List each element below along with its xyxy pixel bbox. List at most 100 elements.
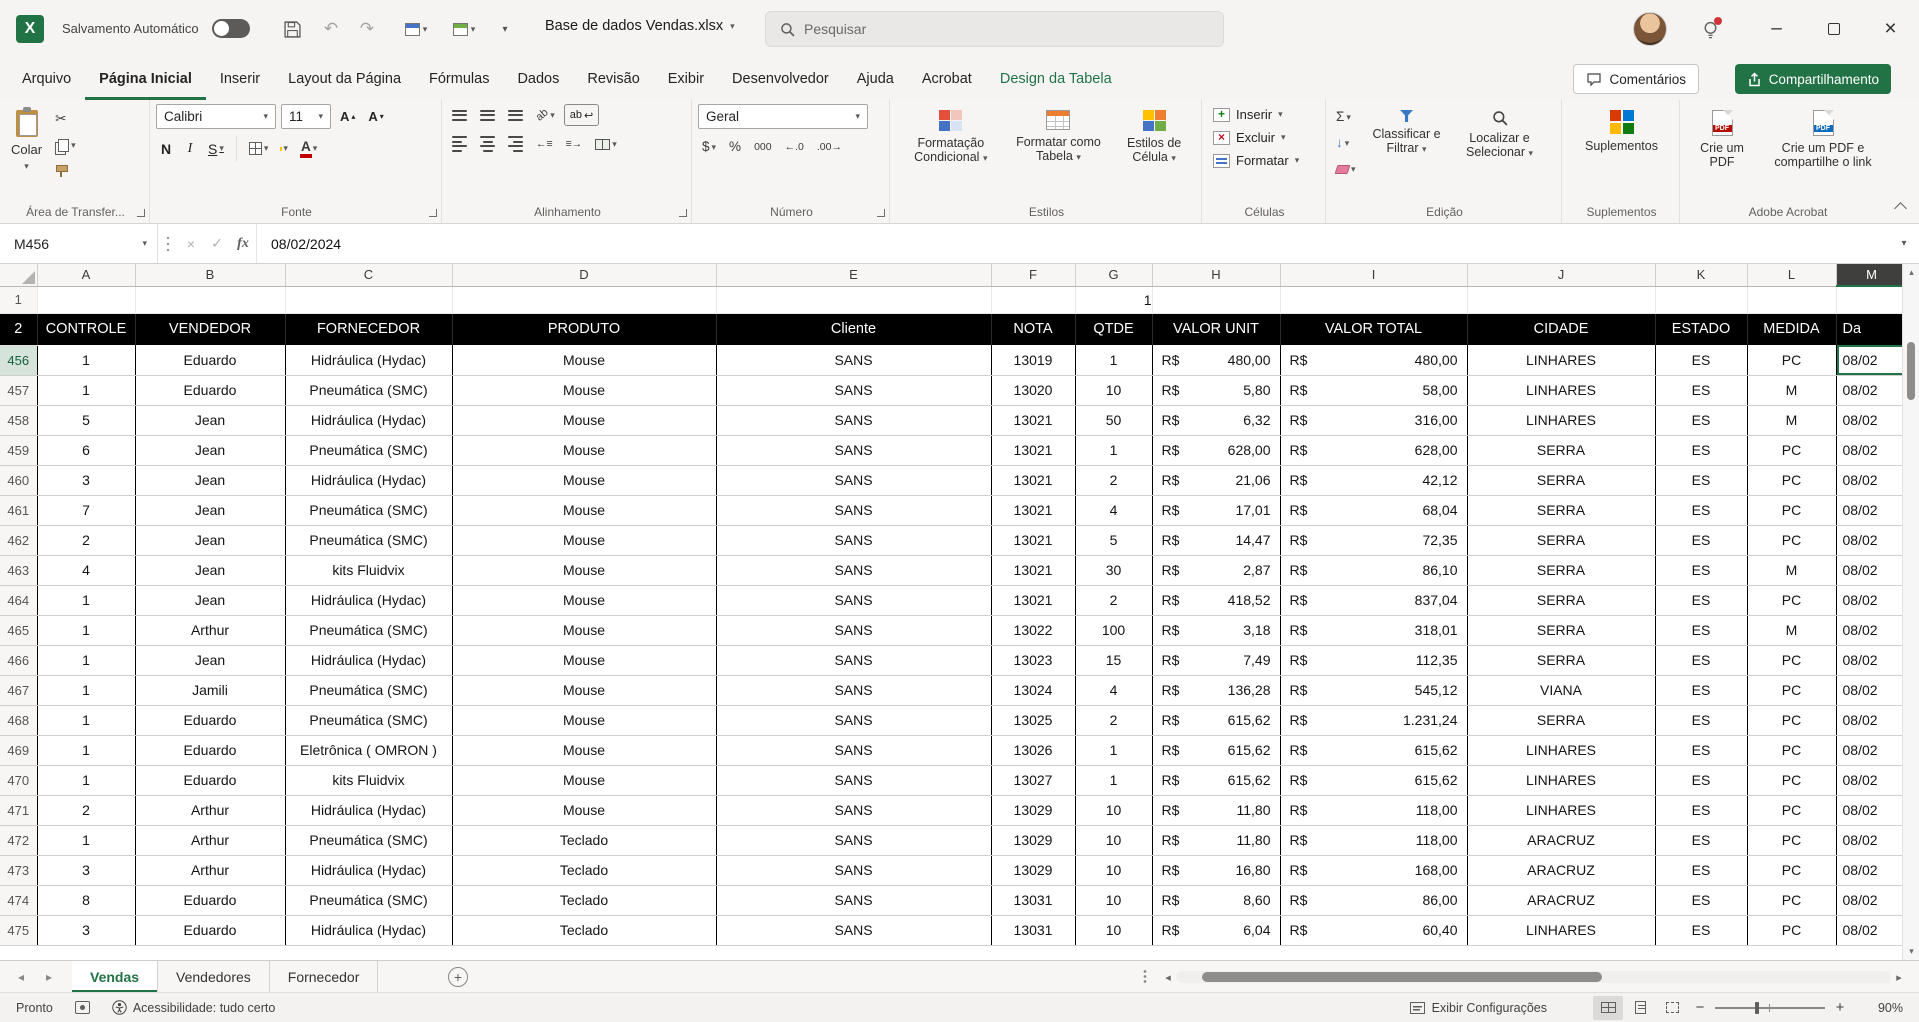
column-header-L[interactable]: L — [1747, 264, 1836, 286]
cell-E473[interactable]: SANS — [716, 855, 991, 885]
cell-I467[interactable]: R$545,12 — [1280, 675, 1467, 705]
cell-G462[interactable]: 5 — [1075, 525, 1152, 555]
cell-H471[interactable]: R$11,80 — [1152, 795, 1280, 825]
ribbon-tab-pagina-inicial[interactable]: Página Inicial — [85, 58, 206, 100]
normal-view-button[interactable] — [1593, 996, 1623, 1020]
scroll-left-icon[interactable]: ◂ — [1160, 971, 1176, 984]
format-as-table-button[interactable]: Formatar como Tabela ▾ — [1010, 104, 1108, 165]
cell-I464[interactable]: R$837,04 — [1280, 585, 1467, 615]
table-header-medida[interactable]: MEDIDA — [1747, 313, 1836, 345]
cell-F467[interactable]: 13024 — [991, 675, 1075, 705]
qat-overflow-button[interactable]: ▾ — [494, 15, 516, 43]
cell-F472[interactable]: 13029 — [991, 825, 1075, 855]
cell-G457[interactable]: 10 — [1075, 375, 1152, 405]
share-button[interactable]: Compartilhamento — [1735, 64, 1891, 94]
cell-D459[interactable]: Mouse — [452, 435, 716, 465]
cell-J470[interactable]: LINHARES — [1467, 765, 1655, 795]
cell-E459[interactable]: SANS — [716, 435, 991, 465]
cell-L466[interactable]: PC — [1747, 645, 1836, 675]
row-header-462[interactable]: 462 — [0, 525, 37, 555]
cell-G471[interactable]: 10 — [1075, 795, 1152, 825]
cell-G466[interactable]: 15 — [1075, 645, 1152, 675]
cell-C474[interactable]: Pneumática (SMC) — [285, 885, 452, 915]
cell-L460[interactable]: PC — [1747, 465, 1836, 495]
accounting-format-button[interactable]: $▾ — [698, 136, 720, 158]
cell-E469[interactable]: SANS — [716, 735, 991, 765]
cell-L463[interactable]: M — [1747, 555, 1836, 585]
row-header-1[interactable]: 1 — [0, 286, 37, 313]
cell-K472[interactable]: ES — [1655, 825, 1747, 855]
cell-H464[interactable]: R$418,52 — [1152, 585, 1280, 615]
find-select-button[interactable]: Localizar e Selecionar ▾ — [1454, 104, 1546, 161]
cell-B458[interactable]: Jean — [135, 405, 285, 435]
cell-L472[interactable]: PC — [1747, 825, 1836, 855]
vertical-scrollbar[interactable]: ▴ ▾ — [1902, 264, 1919, 960]
cell-B474[interactable]: Eduardo — [135, 885, 285, 915]
font-name-select[interactable]: Calibri▾ — [156, 104, 276, 129]
cell-K464[interactable]: ES — [1655, 585, 1747, 615]
row-header-457[interactable]: 457 — [0, 375, 37, 405]
zoom-out-button[interactable]: − — [1689, 999, 1711, 1016]
cell-C475[interactable]: Hidráulica (Hydac) — [285, 915, 452, 945]
cell-K471[interactable]: ES — [1655, 795, 1747, 825]
cell-I458[interactable]: R$316,00 — [1280, 405, 1467, 435]
cell-G463[interactable]: 30 — [1075, 555, 1152, 585]
wrap-text-button[interactable]: ab↩ — [564, 104, 599, 126]
cell-B465[interactable]: Arthur — [135, 615, 285, 645]
ribbon-tab-design-da-tabela[interactable]: Design da Tabela — [986, 58, 1126, 100]
alignment-dialog-launcher-icon[interactable] — [679, 209, 687, 217]
cell-J468[interactable]: SERRA — [1467, 705, 1655, 735]
cell-C463[interactable]: kits Fluidvix — [285, 555, 452, 585]
cell-D458[interactable]: Mouse — [452, 405, 716, 435]
cell-A456[interactable]: 1 — [37, 345, 135, 375]
cell-K475[interactable]: ES — [1655, 915, 1747, 945]
row-header-460[interactable]: 460 — [0, 465, 37, 495]
cell-F464[interactable]: 13021 — [991, 585, 1075, 615]
cell-D472[interactable]: Teclado — [452, 825, 716, 855]
cell-L469[interactable]: PC — [1747, 735, 1836, 765]
cell-L468[interactable]: PC — [1747, 705, 1836, 735]
increase-font-size-button[interactable]: A▴ — [336, 106, 359, 128]
zoom-in-button[interactable]: + — [1829, 999, 1851, 1016]
cell-L467[interactable]: PC — [1747, 675, 1836, 705]
cell-L465[interactable]: M — [1747, 615, 1836, 645]
cell-M461[interactable]: 08/02 — [1836, 495, 1907, 525]
cell-D473[interactable]: Teclado — [452, 855, 716, 885]
cell-B471[interactable]: Arthur — [135, 795, 285, 825]
cell-M468[interactable]: 08/02 — [1836, 705, 1907, 735]
cell-E460[interactable]: SANS — [716, 465, 991, 495]
cell-J472[interactable]: ARACRUZ — [1467, 825, 1655, 855]
cell-A475[interactable]: 3 — [37, 915, 135, 945]
cell-M459[interactable]: 08/02 — [1836, 435, 1907, 465]
underline-button[interactable]: S▾ — [204, 138, 228, 160]
cell-H1[interactable] — [1152, 286, 1280, 313]
cell-A466[interactable]: 1 — [37, 645, 135, 675]
cell-D460[interactable]: Mouse — [452, 465, 716, 495]
cell-M467[interactable]: 08/02 — [1836, 675, 1907, 705]
table-header-produto[interactable]: PRODUTO — [452, 313, 716, 345]
cell-E1[interactable] — [716, 286, 991, 313]
align-middle-button[interactable] — [476, 104, 499, 126]
cell-A465[interactable]: 1 — [37, 615, 135, 645]
cell-A460[interactable]: 3 — [37, 465, 135, 495]
italic-button[interactable]: I — [181, 138, 199, 160]
page-layout-view-button[interactable] — [1625, 996, 1655, 1020]
cell-L1[interactable] — [1747, 286, 1836, 313]
cell-K470[interactable]: ES — [1655, 765, 1747, 795]
decrease-font-size-button[interactable]: A▾ — [364, 106, 387, 128]
cell-F456[interactable]: 13019 — [991, 345, 1075, 375]
cell-G465[interactable]: 100 — [1075, 615, 1152, 645]
cell-G472[interactable]: 10 — [1075, 825, 1152, 855]
cell-E462[interactable]: SANS — [716, 525, 991, 555]
maximize-button[interactable] — [1805, 0, 1862, 58]
cell-M456[interactable]: 08/02 — [1836, 345, 1907, 375]
cell-K474[interactable]: ES — [1655, 885, 1747, 915]
format-painter-button[interactable] — [51, 160, 80, 182]
cell-B461[interactable]: Jean — [135, 495, 285, 525]
formula-input[interactable]: 08/02/2024 — [256, 224, 1889, 263]
clear-button[interactable]: ▾ — [1332, 158, 1360, 180]
cell-H475[interactable]: R$6,04 — [1152, 915, 1280, 945]
column-header-D[interactable]: D — [452, 264, 716, 286]
comments-button[interactable]: Comentários — [1573, 64, 1699, 94]
undo-button[interactable]: ↶ — [316, 15, 346, 43]
